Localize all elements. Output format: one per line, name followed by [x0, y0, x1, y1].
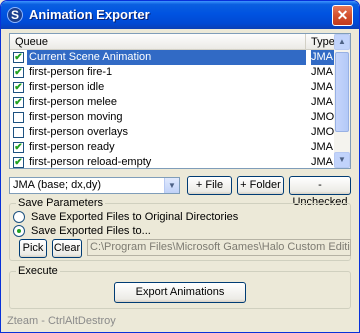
add-folder-button[interactable]: + Folder: [237, 176, 284, 195]
save-original-radio[interactable]: [13, 211, 25, 223]
save-to-radio[interactable]: [13, 225, 25, 237]
list-item[interactable]: first-person overlays JMO: [10, 125, 335, 140]
execute-label: Execute: [16, 265, 60, 277]
app-icon[interactable]: S: [7, 7, 23, 23]
item-label[interactable]: first-person fire-1: [27, 65, 306, 80]
dropdown-arrow-icon[interactable]: ▼: [164, 178, 179, 193]
item-checkbox[interactable]: ✔: [13, 97, 24, 108]
status-text: Zteam - CtrlAltDestroy: [7, 315, 116, 327]
item-checkbox[interactable]: ✔: [13, 67, 24, 78]
animation-exporter-window: S Animation Exporter ✕ Queue Type ✔ Curr…: [0, 0, 360, 333]
save-original-label[interactable]: Save Exported Files to Original Director…: [31, 210, 238, 224]
item-type: JMA: [311, 66, 333, 78]
export-animations-button[interactable]: Export Animations: [114, 282, 246, 303]
item-checkbox[interactable]: ✔: [13, 142, 24, 153]
item-label[interactable]: first-person melee: [27, 95, 306, 110]
list-item[interactable]: ✔ first-person ready JMA: [10, 140, 335, 155]
add-file-button[interactable]: + File: [187, 176, 232, 195]
pick-button[interactable]: Pick: [19, 239, 47, 258]
item-type: JMO: [311, 111, 335, 123]
animation-type-dropdown[interactable]: JMA (base; dx,dy) ▼: [9, 177, 180, 194]
item-label[interactable]: Current Scene Animation: [27, 50, 306, 65]
scroll-down-button[interactable]: ▼: [334, 152, 350, 168]
item-type: JMO: [311, 126, 335, 138]
list-item[interactable]: first-person moving JMO: [10, 110, 335, 125]
item-type: JMA: [311, 156, 333, 168]
item-checkbox[interactable]: ✔: [13, 52, 24, 63]
chevron-down-icon: ▼: [338, 155, 346, 164]
item-label[interactable]: first-person overlays: [27, 125, 306, 140]
item-checkbox[interactable]: [13, 127, 24, 138]
item-label[interactable]: first-person reload-empty: [27, 155, 306, 170]
scroll-up-button[interactable]: ▲: [334, 34, 350, 50]
list-item[interactable]: ✔ first-person reload-empty JMA: [10, 155, 335, 170]
item-type: JMA: [311, 50, 335, 65]
list-header: Queue Type: [10, 34, 335, 50]
item-checkbox[interactable]: ✔: [13, 82, 24, 93]
item-type: JMA: [311, 141, 333, 153]
column-header-type[interactable]: Type: [307, 34, 335, 50]
list-item[interactable]: ✔ first-person idle JMA: [10, 80, 335, 95]
close-button[interactable]: ✕: [332, 5, 353, 26]
item-type: JMA: [311, 96, 333, 108]
title-bar[interactable]: S Animation Exporter ✕: [1, 1, 359, 29]
close-icon: ✕: [336, 7, 349, 23]
output-path-field[interactable]: C:\Program Files\Microsoft Games\Halo Cu…: [87, 239, 351, 256]
item-label[interactable]: first-person moving: [27, 110, 306, 125]
item-checkbox[interactable]: [13, 112, 24, 123]
animation-type-value: JMA (base; dx,dy): [13, 179, 102, 191]
queue-rows: ✔ Current Scene Animation JMA ✔ first-pe…: [10, 50, 335, 170]
queue-scrollbar[interactable]: ▲ ▼: [334, 34, 350, 168]
item-type: JMA: [311, 81, 333, 93]
save-parameters-label: Save Parameters: [16, 197, 105, 209]
item-label[interactable]: first-person idle: [27, 80, 306, 95]
list-item[interactable]: ✔ Current Scene Animation JMA: [10, 50, 335, 65]
chevron-up-icon: ▲: [338, 37, 346, 46]
item-label[interactable]: first-person ready: [27, 140, 306, 155]
scroll-thumb[interactable]: [335, 52, 349, 132]
list-item[interactable]: ✔ first-person melee JMA: [10, 95, 335, 110]
window-title: Animation Exporter: [29, 7, 150, 22]
column-header-queue[interactable]: Queue: [10, 34, 306, 50]
remove-unchecked-button[interactable]: - Unchecked: [289, 176, 351, 208]
list-item[interactable]: ✔ first-person fire-1 JMA: [10, 65, 335, 80]
save-to-label[interactable]: Save Exported Files to...: [31, 224, 151, 238]
queue-list[interactable]: Queue Type ✔ Current Scene Animation JMA…: [9, 33, 351, 169]
item-checkbox[interactable]: ✔: [13, 157, 24, 168]
clear-button[interactable]: Clear: [52, 239, 82, 258]
